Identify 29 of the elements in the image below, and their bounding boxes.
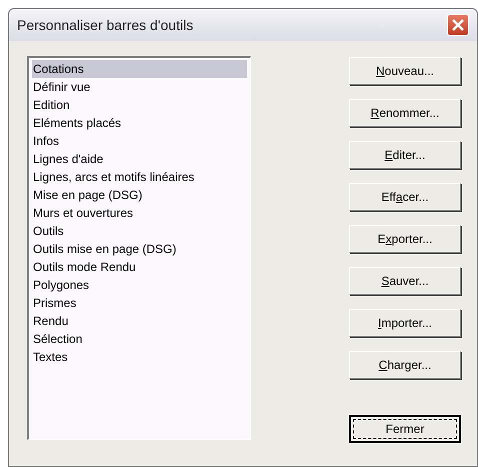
list-item[interactable]: Définir vue: [32, 78, 247, 96]
dialog-button[interactable]: Exporter...: [349, 225, 461, 253]
list-item[interactable]: Outils mode Rendu: [32, 258, 247, 276]
dialog-button[interactable]: Sauver...: [349, 267, 461, 295]
list-item[interactable]: Outils: [32, 222, 247, 240]
close-button[interactable]: [447, 14, 469, 36]
dialog-button[interactable]: Renommer...: [349, 99, 461, 127]
dialog-button[interactable]: Effacer...: [349, 183, 461, 211]
list-item[interactable]: Outils mise en page (DSG): [32, 240, 247, 258]
list-item[interactable]: Mise en page (DSG): [32, 186, 247, 204]
list-item[interactable]: Murs et ouvertures: [32, 204, 247, 222]
list-item[interactable]: Polygones: [32, 276, 247, 294]
dialog-button[interactable]: Editer...: [349, 141, 461, 169]
list-item[interactable]: Lignes, arcs et motifs linéaires: [32, 168, 247, 186]
dialog-button[interactable]: Nouveau...: [349, 57, 461, 85]
dialog-button[interactable]: Fermer: [349, 415, 461, 443]
list-item[interactable]: Textes: [32, 348, 247, 366]
close-icon: [452, 19, 464, 31]
list-item[interactable]: Prismes: [32, 294, 247, 312]
list-item[interactable]: Rendu: [32, 312, 247, 330]
window-title: Personnaliser barres d'outils: [17, 16, 194, 34]
dialog-button[interactable]: Importer...: [349, 309, 461, 337]
list-item[interactable]: Edition: [32, 96, 247, 114]
list-item[interactable]: Lignes d'aide: [32, 150, 247, 168]
dialog-button[interactable]: Charger...: [349, 351, 461, 379]
list-item[interactable]: Eléments placés: [32, 114, 247, 132]
list-item[interactable]: Sélection: [32, 330, 247, 348]
list-item[interactable]: Infos: [32, 132, 247, 150]
list-item[interactable]: Cotations: [32, 60, 247, 78]
